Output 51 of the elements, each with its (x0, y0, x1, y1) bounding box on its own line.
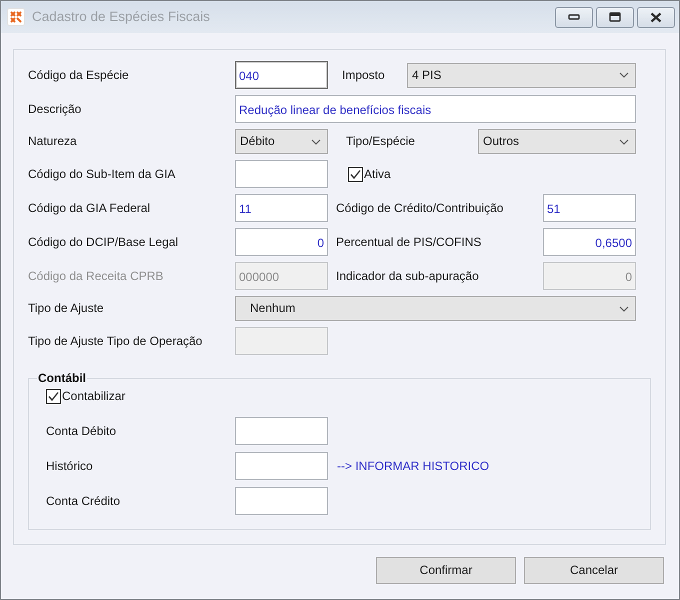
text-field[interactable]: 0,6500 (543, 228, 636, 256)
field-label: Tipo de Ajuste Tipo de Operação (28, 334, 204, 348)
group-title: Contábil (37, 371, 87, 386)
minimize-button[interactable] (555, 6, 593, 28)
minimize-icon (568, 14, 580, 20)
text-field[interactable] (235, 160, 328, 188)
text-field[interactable]: 040 (235, 61, 328, 89)
app-logo-icon (7, 8, 25, 26)
text-field[interactable]: 11 (235, 194, 328, 222)
close-icon (650, 12, 662, 22)
dropdown[interactable]: 4 PIS (407, 62, 636, 88)
field-label: Código do DCIP/Base Legal (28, 234, 180, 250)
text-field[interactable]: 51 (543, 194, 636, 222)
field-label: Código da Espécie (28, 68, 130, 82)
dropdown[interactable]: Débito (235, 129, 328, 154)
field-label: Código da Receita CPRB (28, 268, 164, 284)
field-label: Percentual de PIS/COFINS (336, 234, 482, 250)
field-label: Indicador da sub-apuração (336, 268, 479, 284)
text-field[interactable]: Redução linear de benefícios fiscais (235, 95, 636, 123)
cancel-button[interactable]: Cancelar (524, 557, 664, 584)
dropdown[interactable]: Nenhum (235, 296, 636, 321)
field-label: Código da GIA Federal (28, 200, 152, 216)
text-field[interactable] (235, 417, 328, 445)
checkbox-label: Contabilizar (62, 389, 126, 404)
chevron-down-icon (619, 138, 629, 144)
checkbox-label: Ativa (364, 166, 391, 182)
maximize-button[interactable] (596, 6, 634, 28)
field-label: Código do Sub-Item da GIA (28, 166, 176, 182)
text-field[interactable] (235, 487, 328, 515)
close-button[interactable] (637, 6, 675, 28)
field-label: Tipo de Ajuste (28, 301, 105, 316)
confirm-button[interactable]: Confirmar (376, 557, 516, 584)
field-label: Conta Crédito (46, 494, 122, 508)
checkbox[interactable] (348, 166, 363, 182)
chevron-down-icon (311, 138, 321, 144)
maximize-icon (609, 12, 621, 22)
field-label: Código de Crédito/Contribuição (336, 200, 504, 216)
window-title: Cadastro de Espécies Fiscais (32, 8, 211, 26)
action-link[interactable]: --> INFORMAR HISTORICO (337, 458, 490, 474)
field-label: Histórico (46, 458, 94, 474)
field-label: Natureza (28, 134, 78, 149)
text-field[interactable]: 0 (235, 228, 328, 256)
dropdown[interactable]: Outros (478, 129, 636, 154)
field-label: Imposto (342, 68, 385, 82)
field-label: Tipo/Espécie (346, 134, 415, 149)
text-field[interactable] (235, 452, 328, 480)
field-label: Descrição (28, 102, 82, 116)
chevron-down-icon (619, 72, 629, 78)
chevron-down-icon (619, 306, 629, 312)
field-label: Conta Débito (46, 424, 118, 438)
checkbox[interactable] (46, 389, 61, 404)
